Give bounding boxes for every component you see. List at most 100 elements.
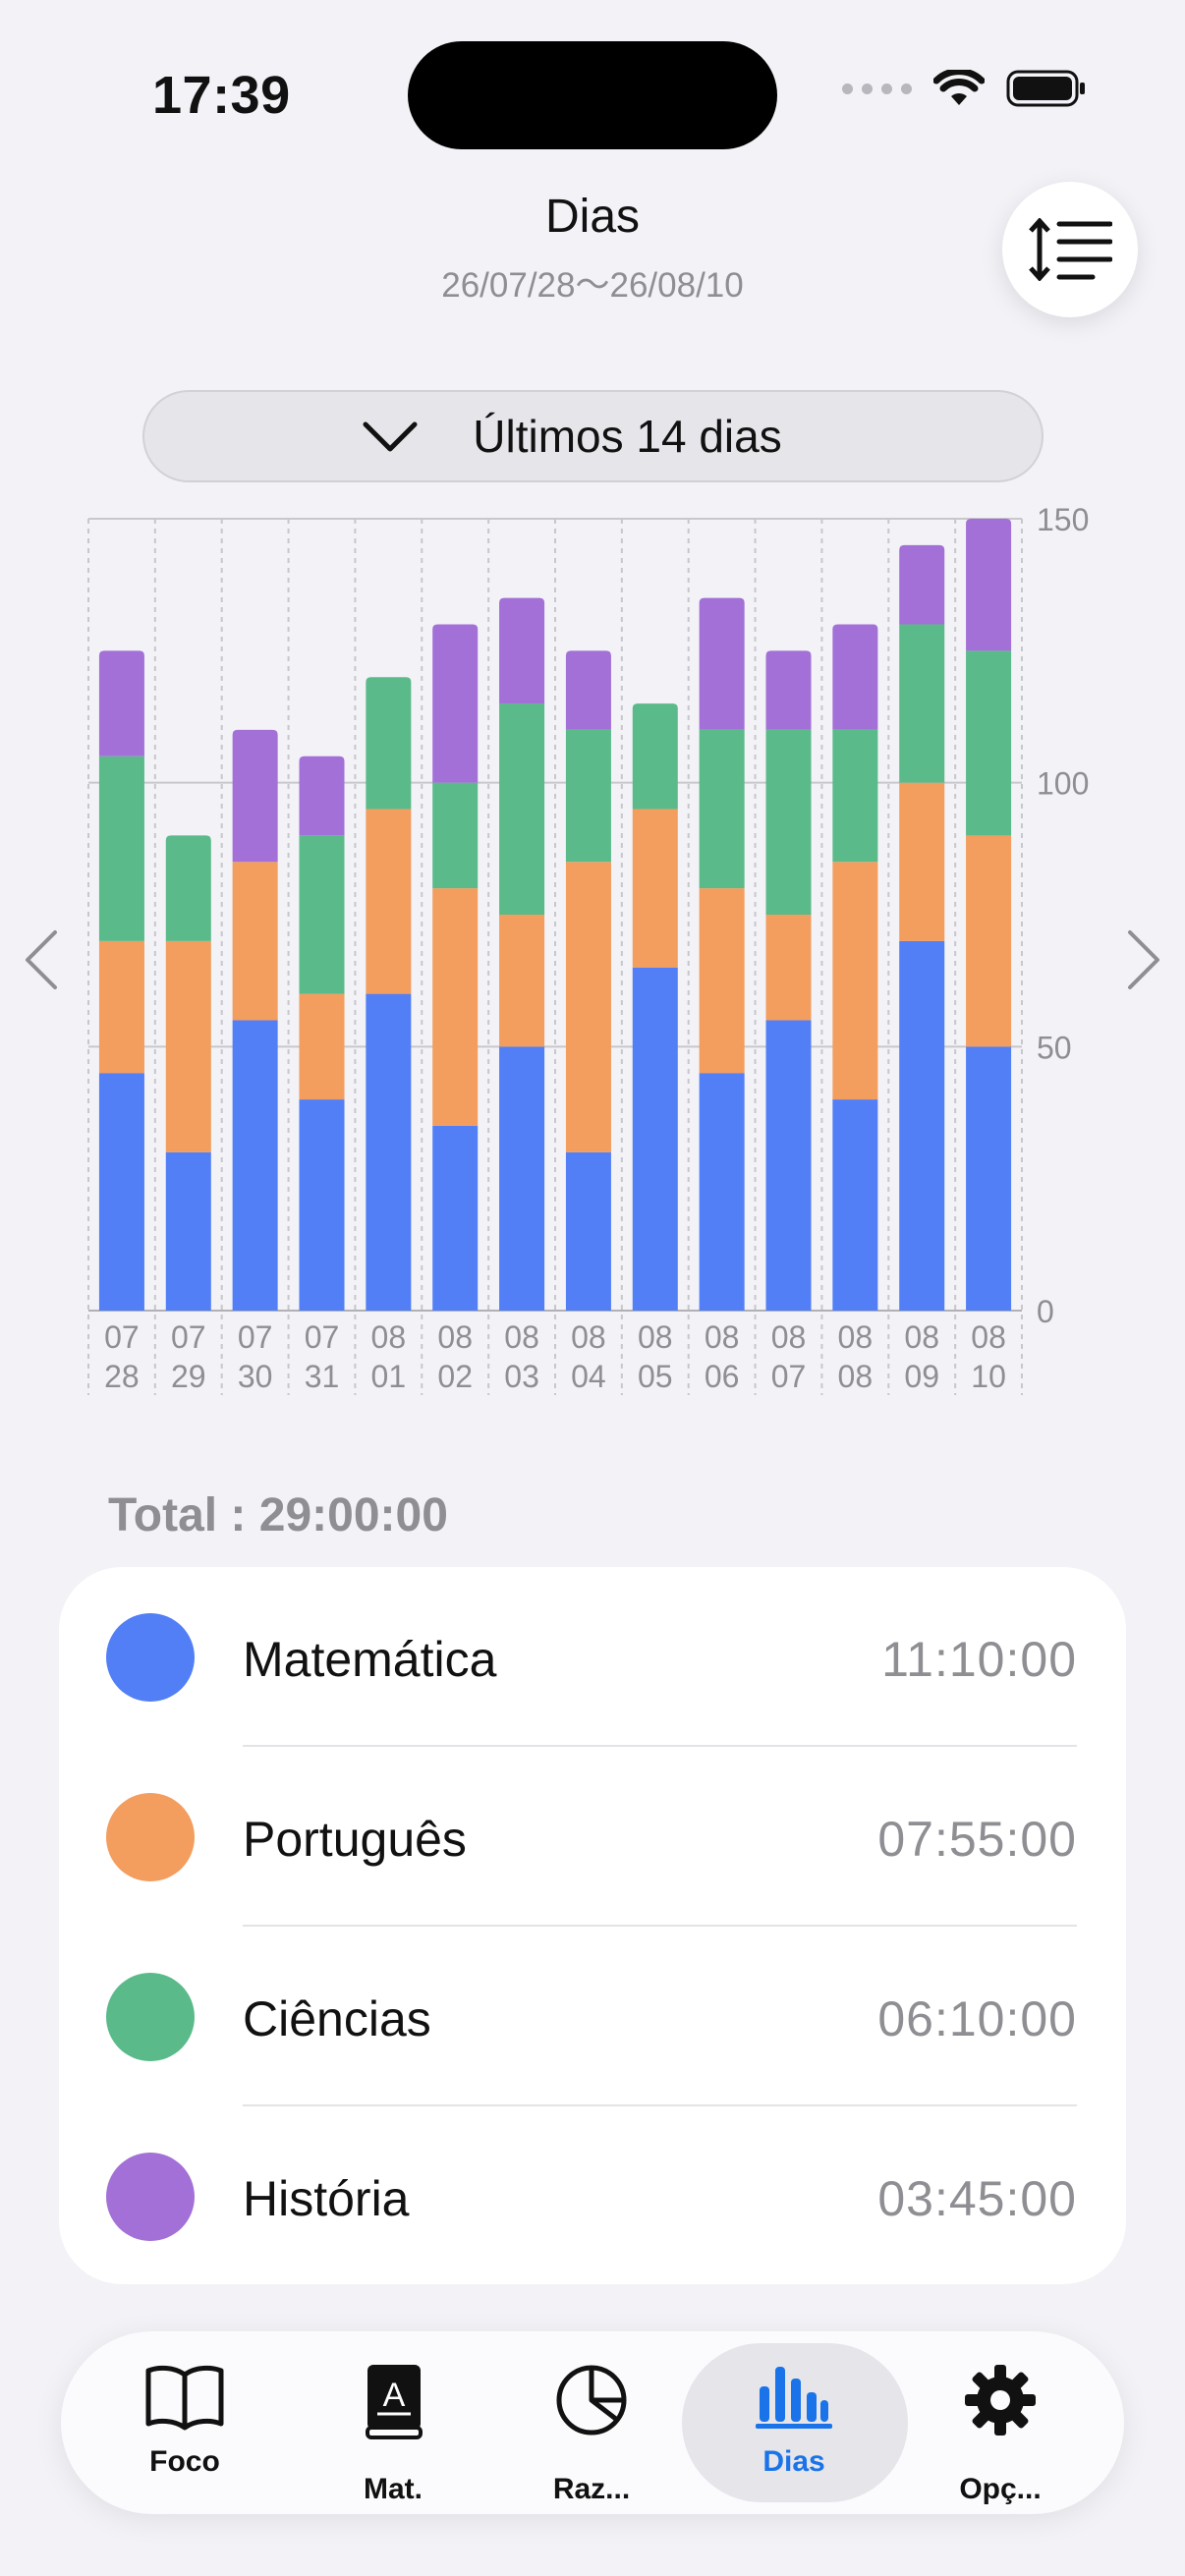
subject-list: Matemática 11:10:00 Português 07:55:00 C… (59, 1567, 1126, 2284)
x-tick-label: 08 (437, 1319, 473, 1355)
bar-segment (299, 1099, 345, 1311)
x-tick-label: 08 (771, 1319, 807, 1355)
tab-dias[interactable]: Dias (682, 2331, 908, 2514)
bar-segment (98, 756, 144, 941)
x-tick-label: 08 (571, 1319, 606, 1355)
subject-time: 11:10:00 (881, 1632, 1077, 1687)
bar-segment (899, 624, 945, 783)
list-item[interactable]: Matemática 11:10:00 (59, 1567, 1126, 1747)
tab-label: Opç... (959, 2473, 1042, 2505)
bar-segment (299, 993, 345, 1100)
bar-segment (98, 650, 144, 756)
x-tick-label: 08 (371, 1319, 407, 1355)
x-tick-label: 08 (638, 1319, 673, 1355)
bar-segment (765, 915, 812, 1021)
y-tick-label: 150 (1037, 502, 1089, 537)
chevron-left-icon[interactable] (22, 928, 61, 991)
gear-icon (965, 2365, 1036, 2436)
x-tick-label: 08 (504, 1319, 539, 1355)
bar-segment (565, 650, 611, 730)
x-tick-label: 03 (504, 1359, 539, 1394)
tab-label: Dias (762, 2445, 825, 2478)
x-tick-label: 10 (971, 1359, 1006, 1394)
battery-icon (1006, 70, 1085, 107)
bar-segment (699, 888, 745, 1074)
bar-segment (299, 756, 345, 836)
list-item[interactable]: Ciências 06:10:00 (59, 1927, 1126, 2106)
tab-mat[interactable]: A Mat. (285, 2331, 501, 2514)
bar-segment (966, 650, 1012, 836)
subject-name: História (243, 2171, 410, 2226)
bar-segment (899, 940, 945, 1311)
svg-text:A: A (383, 2377, 406, 2414)
subject-name: Português (243, 1812, 467, 1867)
bar-segment (765, 729, 812, 915)
bar-segment (699, 729, 745, 889)
bar-segment (232, 862, 278, 1021)
subject-name: Ciências (243, 1991, 431, 2046)
subject-name: Matemática (243, 1632, 497, 1687)
total-time: Total : 29:00:00 (108, 1489, 448, 1541)
period-dropdown[interactable]: Últimos 14 dias (142, 390, 1044, 482)
bar-segment (966, 1046, 1012, 1311)
tab-label: Foco (149, 2445, 220, 2478)
x-tick-label: 07 (305, 1319, 340, 1355)
color-dot (106, 1793, 195, 1881)
bar-segment (632, 703, 678, 810)
x-tick-label: 07 (771, 1359, 807, 1394)
bar-segment (565, 1151, 611, 1311)
x-tick-label: 28 (104, 1359, 140, 1394)
bar-segment (899, 544, 945, 625)
list-item[interactable]: História 03:45:00 (59, 2106, 1126, 2286)
bar-segment (899, 782, 945, 941)
x-tick-label: 08 (971, 1319, 1006, 1355)
bar-segment (499, 703, 545, 915)
x-tick-label: 05 (638, 1359, 673, 1394)
tab-label: Mat. (364, 2473, 423, 2505)
tab-opcoes[interactable]: Opç... (892, 2331, 1108, 2514)
subject-time: 06:10:00 (877, 1991, 1077, 2046)
period-label: Últimos 14 dias (473, 411, 782, 462)
bar-segment (432, 624, 479, 783)
x-tick-label: 31 (305, 1359, 340, 1394)
x-tick-label: 08 (838, 1319, 874, 1355)
y-tick-label: 0 (1037, 1294, 1054, 1329)
y-tick-label: 100 (1037, 766, 1089, 802)
x-tick-label: 07 (171, 1319, 206, 1355)
bar-segment (632, 809, 678, 968)
subject-time: 07:55:00 (877, 1812, 1077, 1867)
sort-button[interactable] (1002, 182, 1138, 317)
bar-segment (432, 782, 479, 889)
x-tick-label: 30 (238, 1359, 273, 1394)
bar-segment (499, 597, 545, 704)
x-tick-label: 07 (104, 1319, 140, 1355)
status-time: 17:39 (152, 66, 291, 125)
bar-segment (966, 519, 1012, 651)
bar-segment (366, 677, 412, 810)
tab-razao[interactable]: Raz... (483, 2331, 700, 2514)
bar-segment (165, 835, 211, 941)
bar-segment (232, 729, 278, 863)
bar-segment (699, 1073, 745, 1311)
x-tick-label: 08 (904, 1319, 939, 1355)
bar-segment (432, 888, 479, 1126)
bar-segment (765, 650, 812, 730)
book-icon (145, 2365, 224, 2431)
cellular-dots-icon (842, 83, 912, 94)
subject-time: 03:45:00 (877, 2171, 1077, 2226)
bar-segment (432, 1125, 479, 1311)
color-dot (106, 1973, 195, 2061)
color-dot (106, 2153, 195, 2241)
x-tick-label: 02 (437, 1359, 473, 1394)
chevron-right-icon[interactable] (1124, 928, 1163, 991)
bar-segment (232, 1020, 278, 1311)
list-item[interactable]: Português 07:55:00 (59, 1747, 1126, 1927)
x-tick-label: 04 (571, 1359, 606, 1394)
bar-segment (832, 729, 878, 863)
x-tick-label: 29 (171, 1359, 206, 1394)
tab-foco[interactable]: Foco (77, 2331, 293, 2514)
stacked-bar-chart: 0501001500728072907300731080108020803080… (87, 502, 1089, 1395)
dictionary-icon: A (366, 2365, 423, 2439)
bar-segment (98, 940, 144, 1074)
bar-segment (699, 597, 745, 730)
